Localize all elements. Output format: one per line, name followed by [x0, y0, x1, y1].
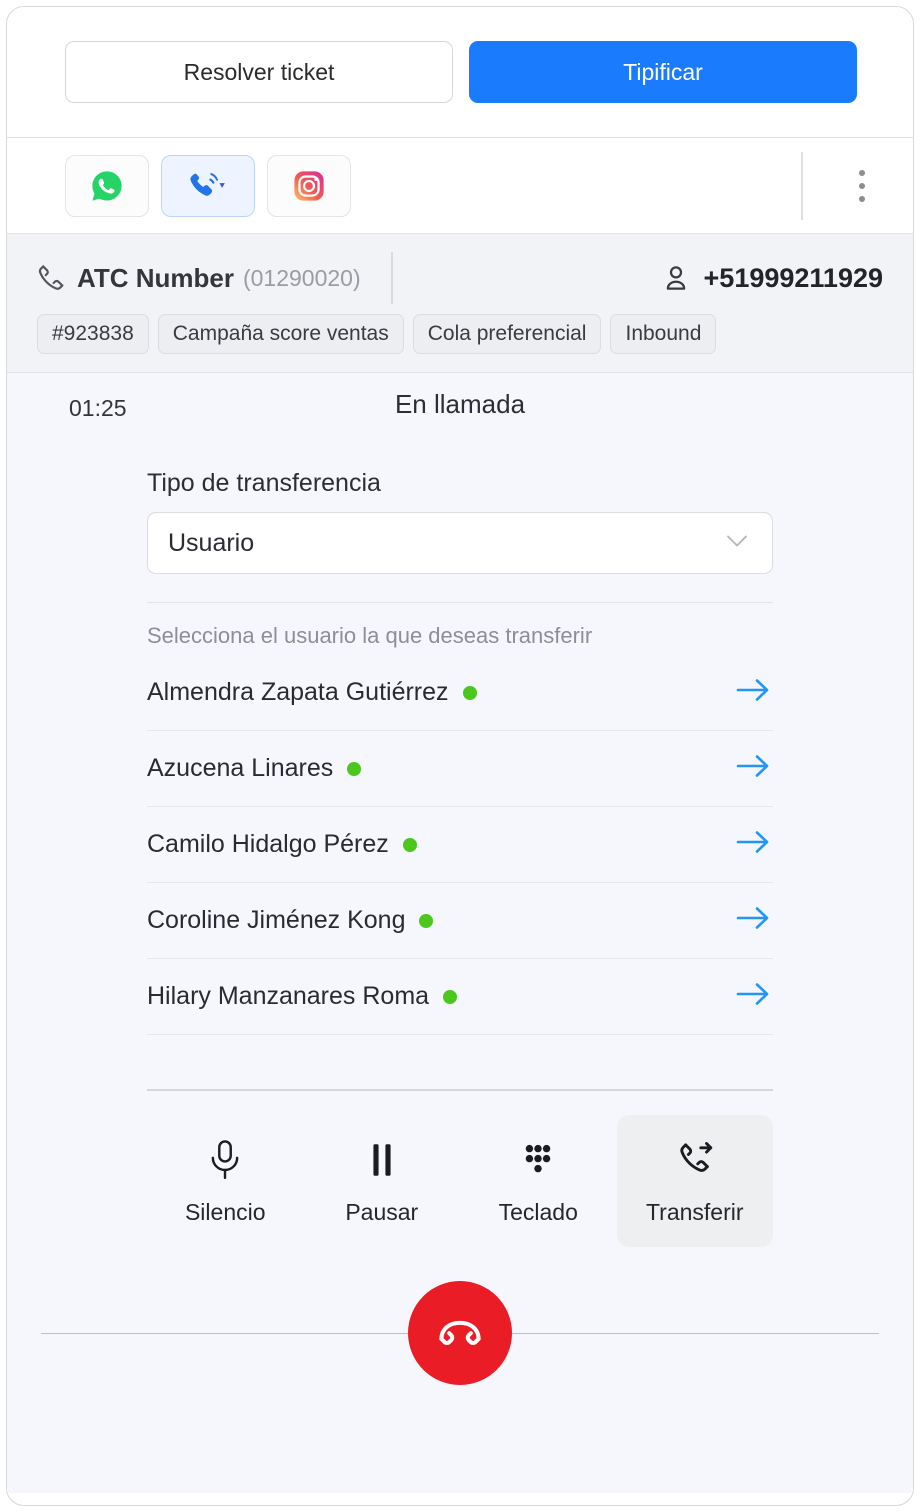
transfer-type-value: Usuario	[168, 528, 255, 557]
resolve-ticket-button[interactable]: Resolver ticket	[65, 41, 453, 103]
online-status-dot	[347, 761, 362, 776]
microphone-icon	[211, 1139, 239, 1179]
kebab-dot	[859, 182, 865, 189]
hangup-area	[7, 1281, 913, 1387]
call-widget-window: Resolver ticket Tipificar ATC Number (01…	[6, 6, 914, 1506]
online-status-dot	[402, 837, 417, 852]
person-icon	[666, 266, 685, 290]
user-name: Camilo Hidalgo Pérez	[147, 830, 389, 858]
pause-control-label: Pausar	[345, 1198, 419, 1225]
ticket-tag[interactable]: #923838	[37, 314, 149, 354]
transfer-control-label: Transferir	[645, 1198, 744, 1225]
channel-tab-bar	[7, 137, 913, 233]
user-name: Coroline Jiménez Kong	[147, 906, 406, 934]
hangup-icon	[439, 1320, 481, 1345]
call-status-row: 01:25 En llamada	[7, 373, 913, 453]
transfer-type-select[interactable]: Usuario	[147, 512, 773, 574]
channel-bar-divider	[801, 151, 803, 220]
dialpad-icon	[525, 1144, 551, 1172]
transfer-control-button[interactable]: Transferir	[616, 1115, 773, 1247]
hangup-button[interactable]	[408, 1281, 512, 1385]
line-id: (01290020)	[242, 264, 361, 291]
pause-icon	[373, 1143, 391, 1176]
instagram-channel-tab[interactable]	[267, 154, 351, 217]
mute-control-button[interactable]: Silencio	[147, 1115, 304, 1247]
transfer-type-label: Tipo de transferencia	[147, 469, 381, 497]
call-panel: 01:25 En llamada Tipo de transferencia U…	[7, 373, 913, 1493]
ticket-tag[interactable]: Campaña score ventas	[157, 314, 404, 354]
contact-info-header: ATC Number (01290020) +51999211929 #9238…	[7, 233, 913, 373]
transfer-arrow-icon[interactable]	[733, 981, 773, 1012]
tipificar-label: Tipificar	[623, 58, 703, 85]
resolve-ticket-label: Resolver ticket	[183, 58, 335, 85]
call-transfer-icon	[680, 1141, 712, 1172]
contact-info-divider	[390, 252, 393, 304]
mute-control-label: Silencio	[184, 1198, 266, 1225]
ticket-actions-bar: Resolver ticket Tipificar	[7, 7, 913, 137]
online-status-dot	[443, 989, 458, 1004]
controls-divider	[147, 1089, 773, 1091]
transfer-user-list: Almendra Zapata Gutiérrez Azucena Linare…	[147, 655, 773, 1035]
transfer-arrow-icon[interactable]	[733, 905, 773, 936]
transfer-hint-text: Selecciona el usuario la que deseas tran…	[147, 623, 593, 648]
user-name: Hilary Manzanares Roma	[147, 982, 430, 1010]
whatsapp-channel-tab[interactable]	[65, 154, 149, 217]
user-name: Azucena Linares	[147, 754, 334, 782]
user-list-item[interactable]: Azucena Linares	[147, 731, 773, 807]
phone-call-icon	[190, 172, 225, 196]
caller-block: +51999211929	[662, 263, 883, 294]
kebab-dot	[859, 169, 865, 176]
instagram-icon	[294, 170, 324, 201]
tipificar-button[interactable]: Tipificar	[469, 41, 857, 103]
kebab-dot	[859, 195, 865, 202]
user-list-item[interactable]: Coroline Jiménez Kong	[147, 883, 773, 959]
transfer-form: Tipo de transferencia Usuario	[7, 453, 913, 574]
transfer-arrow-icon[interactable]	[733, 829, 773, 860]
online-status-dot	[419, 913, 434, 928]
chevron-down-icon	[722, 532, 752, 555]
user-list-item[interactable]: Hilary Manzanares Roma	[147, 959, 773, 1035]
transfer-arrow-icon[interactable]	[733, 753, 773, 784]
more-options-button[interactable]	[845, 164, 879, 208]
phone-handset-icon	[38, 265, 64, 290]
voice-channel-tab[interactable]	[161, 154, 255, 217]
user-name: Almendra Zapata Gutiérrez	[147, 678, 449, 706]
ticket-tag[interactable]: Cola preferencial	[412, 314, 602, 354]
ticket-tag[interactable]: Inbound	[610, 314, 717, 354]
keypad-control-label: Teclado	[498, 1198, 578, 1225]
user-list-item[interactable]: Camilo Hidalgo Pérez	[147, 807, 773, 883]
contact-info-row: ATC Number (01290020) +51999211929	[35, 250, 883, 306]
call-controls-bar: Silencio Pausar Teclado Transferir	[147, 1115, 773, 1247]
line-name: ATC Number	[77, 262, 234, 293]
call-status-text: En llamada	[394, 389, 526, 419]
keypad-control-button[interactable]: Teclado	[460, 1115, 617, 1247]
user-list-item[interactable]: Almendra Zapata Gutiérrez	[147, 655, 773, 731]
caller-phone-number: +51999211929	[703, 262, 883, 293]
ticket-tag-list: #923838 Campaña score ventas Cola prefer…	[35, 314, 883, 354]
pause-control-button[interactable]: Pausar	[304, 1115, 461, 1247]
online-status-dot	[462, 685, 477, 700]
whatsapp-icon	[92, 170, 122, 201]
transfer-arrow-icon[interactable]	[733, 677, 773, 708]
